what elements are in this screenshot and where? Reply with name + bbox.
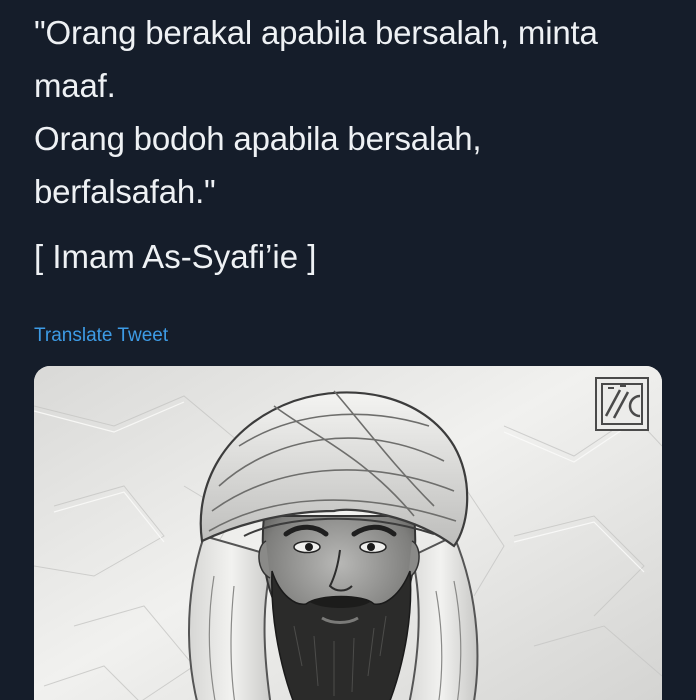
logo-watermark-icon <box>595 377 649 431</box>
tweet-text: "Orang berakal apabila bersalah, minta m… <box>34 6 674 218</box>
quote-line: Orang bodoh apabila bersalah, <box>34 120 482 157</box>
quote-line: "Orang berakal apabila bersalah, minta <box>34 14 598 51</box>
quote-attribution: [ Imam As-Syafi’ie ] <box>34 238 317 275</box>
tweet-media-card[interactable] <box>34 366 662 700</box>
translate-tweet-link[interactable]: Translate Tweet <box>34 322 168 350</box>
quote-line: maaf. <box>34 67 116 104</box>
portrait-illustration <box>34 366 662 700</box>
quote-line: berfalsafah." <box>34 173 216 210</box>
